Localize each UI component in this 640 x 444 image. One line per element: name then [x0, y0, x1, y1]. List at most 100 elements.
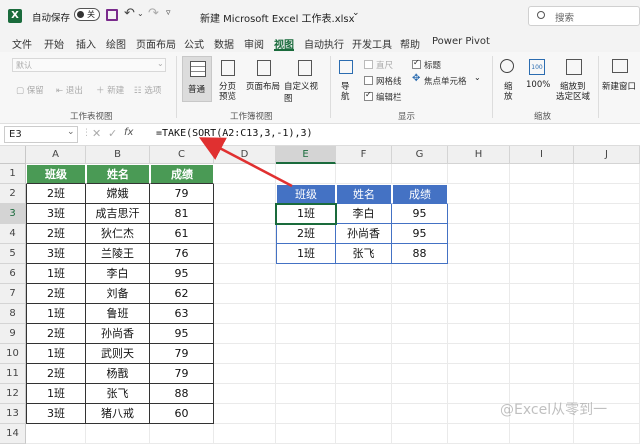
source-data-cell[interactable]: 2班 [26, 224, 86, 244]
source-data-cell[interactable]: 嫦娥 [86, 184, 150, 204]
empty-cell[interactable] [276, 384, 336, 404]
redo-icon[interactable]: ↷ [148, 6, 159, 21]
headings-checkbox[interactable] [412, 58, 421, 69]
zoom-button[interactable]: 缩 放 [498, 56, 520, 102]
row-header[interactable]: 5 [0, 244, 26, 264]
row-header[interactable]: 9 [0, 324, 26, 344]
autosave-toggle[interactable]: 关 [74, 8, 100, 21]
tab-data[interactable]: 数据 [214, 36, 234, 51]
empty-cell[interactable] [214, 204, 276, 224]
result-data-cell[interactable]: 2班 [276, 224, 336, 244]
empty-cell[interactable] [336, 384, 392, 404]
source-data-cell[interactable]: 61 [150, 224, 214, 244]
row-header[interactable]: 14 [0, 424, 26, 444]
empty-cell[interactable] [574, 164, 640, 184]
empty-cell[interactable] [336, 164, 392, 184]
source-data-cell[interactable]: 孙尚香 [86, 324, 150, 344]
empty-cell[interactable] [574, 344, 640, 364]
empty-cell[interactable] [336, 404, 392, 424]
empty-cell[interactable] [448, 224, 510, 244]
tab-draw[interactable]: 绘图 [106, 36, 126, 51]
tab-automate[interactable]: 自动执行 [304, 36, 344, 51]
empty-cell[interactable] [26, 424, 86, 444]
source-data-cell[interactable]: 79 [150, 364, 214, 384]
column-header[interactable]: F [336, 146, 392, 164]
empty-cell[interactable] [510, 204, 574, 224]
row-header[interactable]: 11 [0, 364, 26, 384]
empty-cell[interactable] [510, 184, 574, 204]
empty-cell[interactable] [392, 284, 448, 304]
row-header[interactable]: 6 [0, 264, 26, 284]
source-data-cell[interactable]: 1班 [26, 304, 86, 324]
empty-cell[interactable] [214, 364, 276, 384]
empty-cell[interactable] [510, 244, 574, 264]
undo-dropdown-icon[interactable]: ⌄ [137, 9, 144, 18]
sheet-view-keep-button[interactable]: ▢ 保留 [16, 84, 44, 96]
row-header[interactable]: 7 [0, 284, 26, 304]
tab-insert[interactable]: 插入 [76, 36, 96, 51]
empty-cell[interactable] [574, 244, 640, 264]
empty-cell[interactable] [448, 324, 510, 344]
empty-cell[interactable] [448, 304, 510, 324]
source-data-cell[interactable]: 1班 [26, 344, 86, 364]
empty-cell[interactable] [392, 364, 448, 384]
empty-cell[interactable] [336, 304, 392, 324]
custom-views-button[interactable]: 自定义视图 [284, 56, 326, 104]
row-header[interactable]: 1 [0, 164, 26, 184]
source-data-cell[interactable]: 李白 [86, 264, 150, 284]
empty-cell[interactable] [510, 364, 574, 384]
empty-cell[interactable] [448, 204, 510, 224]
source-data-cell[interactable]: 88 [150, 384, 214, 404]
source-data-cell[interactable]: 95 [150, 324, 214, 344]
tab-help[interactable]: 帮助 [400, 36, 420, 51]
source-data-cell[interactable]: 81 [150, 204, 214, 224]
source-data-cell[interactable]: 武则天 [86, 344, 150, 364]
page-layout-button[interactable]: 页面布局 [246, 56, 282, 102]
empty-cell[interactable] [214, 384, 276, 404]
page-break-preview-button[interactable]: 分页 预览 [216, 56, 242, 102]
empty-cell[interactable] [336, 264, 392, 284]
undo-icon[interactable]: ↶ [124, 6, 135, 21]
sheet-view-options-button[interactable]: ☷ 选项 [134, 84, 161, 96]
empty-cell[interactable] [574, 224, 640, 244]
source-header-cell[interactable]: 班级 [26, 164, 86, 184]
empty-cell[interactable] [574, 304, 640, 324]
empty-cell[interactable] [214, 164, 276, 184]
empty-cell[interactable] [510, 304, 574, 324]
new-window-button[interactable]: 新建窗口 [602, 56, 640, 102]
sheet-view-dropdown[interactable]: 默认 ⌄ [12, 58, 166, 72]
empty-cell[interactable] [214, 284, 276, 304]
source-data-cell[interactable]: 79 [150, 184, 214, 204]
tab-power-pivot[interactable]: Power Pivot [432, 36, 490, 47]
empty-cell[interactable] [392, 324, 448, 344]
source-header-cell[interactable]: 姓名 [86, 164, 150, 184]
result-data-cell[interactable]: 1班 [276, 244, 336, 264]
row-header[interactable]: 12 [0, 384, 26, 404]
focus-cell-icon[interactable]: ✥ [412, 73, 420, 84]
source-data-cell[interactable]: 76 [150, 244, 214, 264]
save-icon[interactable] [106, 9, 118, 21]
row-header[interactable]: 13 [0, 404, 26, 424]
column-header[interactable]: C [150, 146, 214, 164]
result-data-cell[interactable]: 95 [392, 204, 448, 224]
empty-cell[interactable] [336, 284, 392, 304]
tab-home[interactable]: 开始 [44, 36, 64, 51]
source-data-cell[interactable]: 60 [150, 404, 214, 424]
empty-cell[interactable] [448, 164, 510, 184]
source-data-cell[interactable]: 63 [150, 304, 214, 324]
result-data-cell[interactable]: 张飞 [336, 244, 392, 264]
source-data-cell[interactable]: 杨戬 [86, 364, 150, 384]
result-data-cell[interactable]: 95 [392, 224, 448, 244]
empty-cell[interactable] [214, 184, 276, 204]
empty-cell[interactable] [448, 344, 510, 364]
empty-cell[interactable] [448, 284, 510, 304]
empty-cell[interactable] [276, 304, 336, 324]
empty-cell[interactable] [448, 264, 510, 284]
empty-cell[interactable] [510, 344, 574, 364]
empty-cell[interactable] [214, 304, 276, 324]
empty-cell[interactable] [392, 304, 448, 324]
tab-formulas[interactable]: 公式 [184, 36, 204, 51]
source-data-cell[interactable]: 1班 [26, 264, 86, 284]
empty-cell[interactable] [276, 424, 336, 444]
normal-view-button[interactable]: 普通 [182, 56, 212, 102]
